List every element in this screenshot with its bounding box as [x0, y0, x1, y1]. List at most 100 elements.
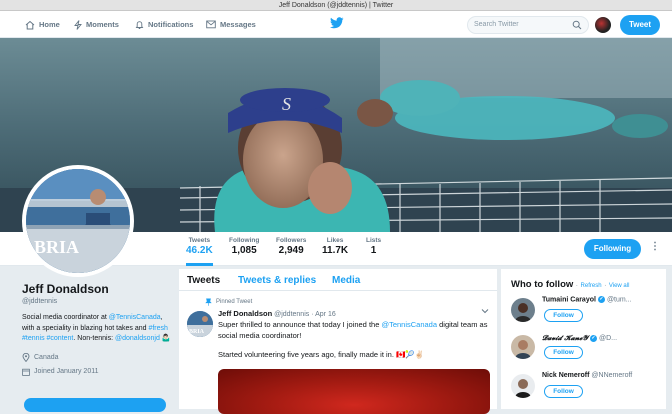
profile-location: Canada [22, 352, 172, 362]
suggestion-avatar-photo [511, 374, 535, 398]
bio-text: Social media coordinator at [22, 314, 109, 321]
profile-handle[interactable]: @jddtennis [22, 298, 172, 305]
verified-badge-icon: ✓ [590, 334, 598, 342]
bell-icon [135, 20, 144, 29]
tweet-media-image[interactable] [218, 369, 490, 414]
following-button[interactable]: Following [584, 239, 641, 259]
tweet-avatar-photo: BRIA [187, 311, 213, 337]
header-separator: · [575, 283, 578, 289]
stat-lists[interactable]: Lists 1 [366, 237, 381, 256]
stat-likes[interactable]: Likes 11.7K [322, 237, 348, 256]
stat-value: 46.2K [186, 245, 213, 256]
bio-text: . Non-tennis: [73, 335, 116, 342]
nav-moments-label: Moments [86, 20, 119, 29]
banner-logo-text: BRIA [34, 237, 79, 257]
stat-value: 2,949 [278, 245, 304, 256]
stat-value: 1,085 [231, 245, 257, 256]
tweet-header: Jeff Donaldson @jddtennis · Apr 16 [218, 309, 336, 318]
tab-media[interactable]: Media [332, 275, 360, 286]
profile-card: Jeff Donaldson @jddtennis Social media c… [22, 282, 172, 376]
more-options-icon[interactable]: ⋮ [650, 241, 660, 252]
suggestion-avatar[interactable] [511, 335, 535, 359]
location-pin-icon [22, 352, 30, 362]
search-input[interactable]: Search Twitter [467, 16, 589, 34]
nav-moments[interactable]: Moments [74, 11, 119, 38]
tweet-date[interactable]: · Apr 16 [311, 311, 336, 318]
tab-tweets-replies[interactable]: Tweets & replies [238, 275, 316, 286]
verified-badge-icon: ✓ [597, 296, 605, 303]
profile-bio: Social media coordinator at @TennisCanad… [22, 313, 172, 345]
lightning-icon [74, 19, 82, 30]
account-avatar[interactable] [595, 17, 611, 33]
pinned-text: Pinned Tweet [216, 299, 253, 305]
pin-icon [205, 298, 212, 306]
tweet-text-part: Super thrilled to announce that today I … [218, 320, 382, 329]
suggestion-item: Nick Nemeroff @NNemeroff Follow [511, 372, 661, 410]
nav-notifications-label: Notifications [148, 20, 194, 29]
location-text: Canada [34, 353, 59, 361]
suggestion-name[interactable]: Nick Nemeroff [542, 372, 589, 379]
tweet-avatar-logo: BRIA [189, 329, 205, 335]
suggestion-name-line: 𝓓𝓪𝓿𝓲𝓭 𝓚𝓪𝓷𝓮𝓨 ✓ @D... [542, 333, 617, 343]
stat-label: Lists [366, 237, 382, 244]
tweet-text: Super thrilled to announce that today I … [218, 319, 494, 360]
profile-avatar[interactable]: BRIA [22, 165, 134, 277]
stat-label: Tweets [188, 237, 211, 244]
follow-button[interactable]: Follow [544, 385, 583, 398]
nav-messages[interactable]: Messages [206, 11, 256, 38]
stat-label: Followers [276, 237, 307, 244]
stat-value: 11.7K [322, 245, 349, 256]
view-all-link[interactable]: View all [609, 283, 630, 289]
compose-tweet-button[interactable]: Tweet [620, 15, 660, 35]
stat-followers[interactable]: Followers 2,949 [276, 237, 306, 256]
nav-notifications[interactable]: Notifications [135, 11, 193, 38]
stat-label: Following [229, 237, 260, 244]
follow-button[interactable]: Follow [544, 346, 583, 359]
suggestion-name[interactable]: Tumaini Carayol [542, 296, 596, 303]
bio-mention-link[interactable]: @TennisCanada [109, 314, 161, 321]
search-placeholder: Search Twitter [474, 21, 519, 28]
tweet-to-button[interactable] [24, 398, 166, 412]
search-icon[interactable] [572, 20, 582, 30]
stat-tweets[interactable]: Tweets 46.2K [186, 237, 213, 266]
shrug-emoji: 🤷🏻‍♂️ [161, 335, 171, 342]
timeline: Tweets Tweets & replies Media Pinned Twe… [179, 269, 497, 414]
who-to-follow-title: Who to follow [511, 279, 574, 290]
suggestion-avatar[interactable] [511, 298, 535, 322]
pinned-label: Pinned Tweet [205, 298, 252, 306]
suggestion-name-line: Tumaini Carayol ✓ @tum... [542, 296, 632, 303]
envelope-icon [206, 20, 216, 29]
suggestion-avatar[interactable] [511, 374, 535, 398]
timeline-tabs: Tweets Tweets & replies Media [179, 269, 497, 291]
joined-text: Joined January 2011 [34, 368, 99, 375]
suggestion-avatar-photo [511, 298, 535, 322]
bio-mention-link[interactable]: @donaldsonjd [115, 335, 160, 342]
stat-label: Likes [326, 237, 344, 244]
twitter-bird-icon[interactable] [330, 17, 344, 29]
header-separator: · [604, 283, 607, 289]
who-to-follow-header: Who to follow · Refresh · View all [511, 279, 629, 290]
svg-text:S: S [282, 94, 291, 114]
tweet-text-second-paragraph: Started volunteering five years ago, fin… [218, 350, 425, 359]
tweet-mention-link[interactable]: @TennisCanada [381, 320, 437, 329]
nav-messages-label: Messages [220, 20, 256, 29]
window-title: Jeff Donaldson (@jddtennis) | Twitter [0, 0, 672, 11]
tweet-author-name[interactable]: Jeff Donaldson [218, 309, 272, 318]
home-icon [25, 20, 35, 29]
nav-home-label: Home [39, 20, 60, 29]
nav-home[interactable]: Home [25, 11, 60, 38]
suggestion-item: 𝓓𝓪𝓿𝓲𝓭 𝓚𝓪𝓷𝓮𝓨 ✓ @D... Follow [511, 333, 661, 371]
chevron-down-icon[interactable] [481, 308, 489, 314]
stat-following[interactable]: Following 1,085 [229, 237, 259, 256]
suggestion-name[interactable]: 𝓓𝓪𝓿𝓲𝓭 𝓚𝓪𝓷𝓮𝓨 [542, 333, 588, 342]
refresh-link[interactable]: Refresh [581, 283, 602, 289]
tweet-avatar[interactable]: BRIA [187, 311, 213, 337]
tab-tweets[interactable]: Tweets [187, 275, 220, 286]
calendar-icon [22, 368, 30, 376]
stat-value: 1 [370, 245, 377, 256]
avatar-photo: BRIA [26, 169, 130, 273]
tweet-author-handle[interactable]: @jddtennis [274, 311, 309, 318]
profile-name: Jeff Donaldson [22, 282, 109, 296]
top-nav: Home Moments Notifications Messages Sear… [0, 11, 672, 38]
follow-button[interactable]: Follow [544, 309, 583, 322]
